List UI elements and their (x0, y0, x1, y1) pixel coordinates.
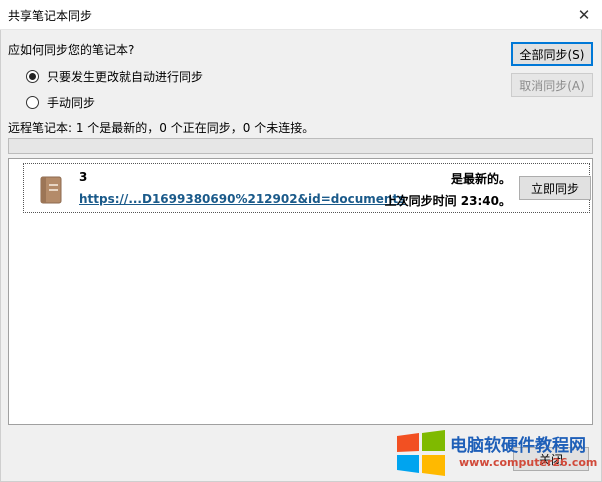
radio-selected-dot (29, 73, 36, 80)
watermark-url: www.computer26.com (459, 456, 598, 469)
status-text: 远程笔记本: 1 个是最新的，0 个正在同步，0 个未连接。 (8, 121, 315, 135)
notebook-url-link[interactable]: https://...D1699380690%212902&id=documen… (79, 192, 405, 206)
close-icon[interactable]: ✕ (566, 0, 602, 30)
watermark-title: 电脑软硬件教程网 (450, 436, 586, 456)
windows-logo-icon (397, 430, 445, 476)
sync-all-button[interactable]: 全部同步(S) (511, 42, 593, 66)
sync-now-button[interactable]: 立即同步 (519, 176, 591, 200)
notebook-sync-state: 是最新的。 (450, 172, 511, 186)
notebook-name: 3 (79, 170, 88, 184)
notebook-list: 3 https://...D1699380690%212902&id=docum… (8, 158, 593, 425)
cancel-sync-button[interactable]: 取消同步(A) (511, 73, 593, 97)
option-manual-sync[interactable]: 手动同步 (26, 94, 95, 111)
radio-auto-sync[interactable] (26, 70, 39, 83)
sync-question: 应如何同步您的笔记本? (8, 43, 135, 57)
notebook-last-sync: 上次同步时间 23:40。 (384, 194, 511, 208)
option-auto-sync[interactable]: 只要发生更改就自动进行同步 (26, 68, 203, 85)
option-manual-sync-label: 手动同步 (47, 96, 96, 110)
notebook-icon (40, 176, 62, 204)
option-auto-sync-label: 只要发生更改就自动进行同步 (47, 70, 204, 84)
title-bar: 共享笔记本同步 ✕ (0, 0, 602, 30)
radio-manual-sync[interactable] (26, 96, 39, 109)
watermark: 电脑软硬件教程网 www.computer26.com (395, 430, 600, 476)
notebook-row[interactable]: 3 https://...D1699380690%212902&id=docum… (23, 163, 591, 213)
sync-progress-bar (8, 138, 593, 154)
window-title: 共享笔记本同步 (8, 9, 93, 23)
